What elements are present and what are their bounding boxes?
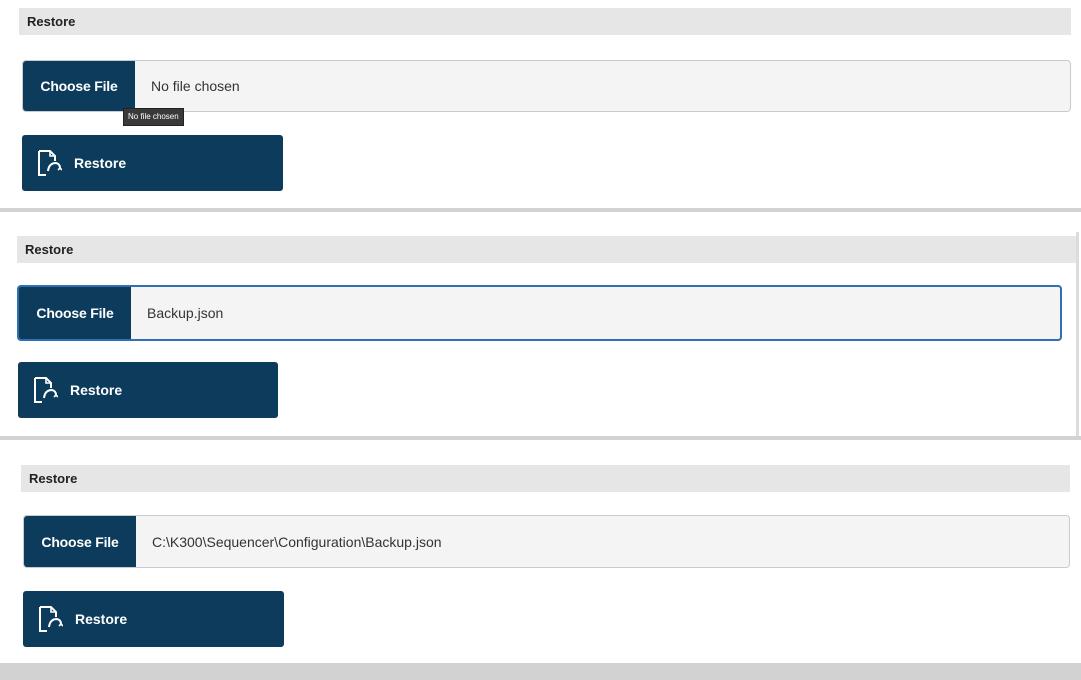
choose-file-button[interactable]: Choose File <box>19 287 131 339</box>
restore-panel-3: Restore Choose File C:\K300\Sequencer\Co… <box>21 465 1070 663</box>
panel-header: Restore <box>19 8 1071 35</box>
restore-document-icon <box>37 605 63 633</box>
restore-button-label: Restore <box>75 611 128 627</box>
panel-divider <box>0 208 1081 212</box>
panel-edge <box>1076 232 1079 437</box>
file-name-text: No file chosen <box>151 78 240 94</box>
panel-divider <box>0 663 1081 680</box>
tooltip: No file chosen <box>123 108 184 126</box>
restore-document-icon <box>36 149 62 177</box>
choose-file-button[interactable]: Choose File <box>24 516 136 567</box>
restore-panel-2: Restore Choose File Backup.json Restore <box>17 236 1077 436</box>
file-input[interactable]: Choose File No file chosen <box>22 60 1071 112</box>
panel-header: Restore <box>17 236 1077 263</box>
restore-button-label: Restore <box>74 155 127 171</box>
panel-header: Restore <box>21 465 1070 492</box>
file-input[interactable]: Choose File Backup.json <box>17 285 1062 341</box>
restore-button[interactable]: Restore <box>18 362 278 418</box>
restore-panel-1: Restore Choose File No file chosen No fi… <box>19 8 1071 208</box>
file-input[interactable]: Choose File C:\K300\Sequencer\Configurat… <box>23 515 1070 568</box>
choose-file-button[interactable]: Choose File <box>23 61 135 111</box>
file-name-text: C:\K300\Sequencer\Configuration\Backup.j… <box>152 533 442 550</box>
restore-button[interactable]: Restore <box>23 591 284 647</box>
file-name-text: Backup.json <box>147 305 224 321</box>
restore-button[interactable]: Restore <box>22 135 283 191</box>
panel-divider <box>0 436 1081 440</box>
restore-button-label: Restore <box>70 382 123 398</box>
restore-document-icon <box>32 376 58 404</box>
